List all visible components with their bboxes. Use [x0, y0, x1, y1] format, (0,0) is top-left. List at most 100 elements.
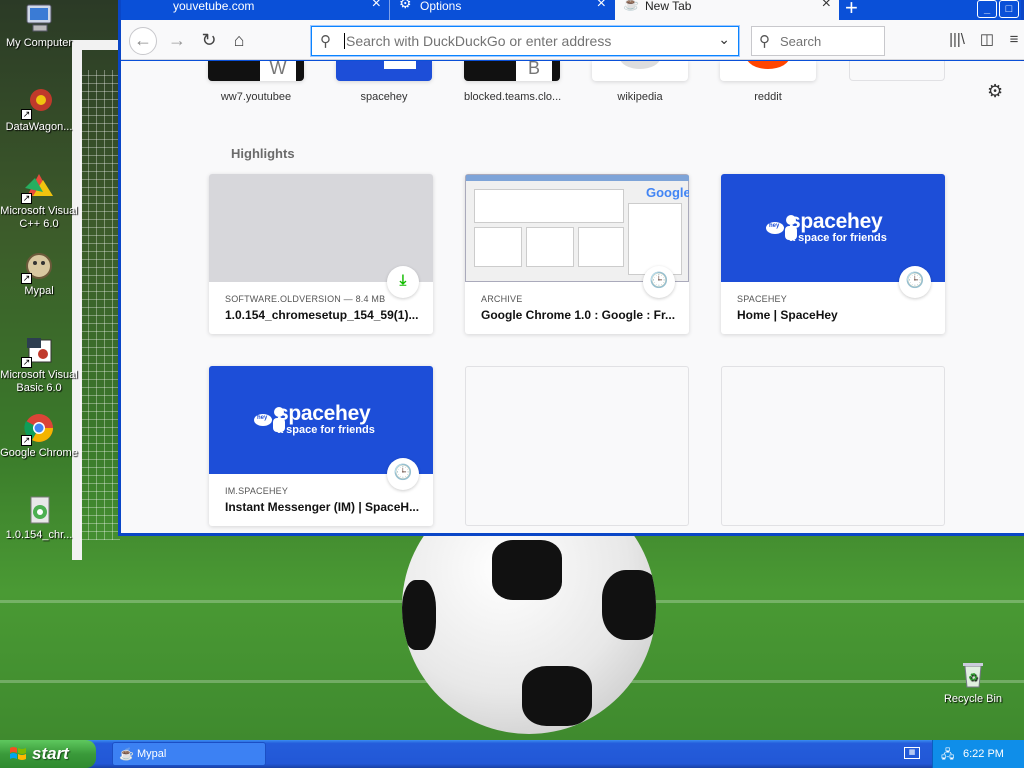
- hamburger-menu-icon[interactable]: ≡: [1007, 30, 1021, 50]
- archive-box: [628, 203, 682, 275]
- clock-icon: 🕒: [643, 266, 675, 298]
- card-title: Instant Messenger (IM) | SpaceH...: [225, 500, 420, 514]
- card-source: IM.SPACEHEY: [225, 486, 289, 496]
- shortcut-arrow-icon: ↗: [21, 109, 32, 120]
- tab-strip: youvetube.com × ⚙ Options × ☕ New Tab × …: [121, 0, 1021, 20]
- shortcut-arrow-icon: ↗: [21, 357, 32, 368]
- minimize-button[interactable]: _: [977, 0, 997, 18]
- desktop-icon-chromesetup[interactable]: 1.0.154_chr...: [0, 494, 78, 542]
- search-placeholder: Search: [780, 33, 822, 49]
- top-site-label: spacehey: [360, 91, 408, 103]
- close-icon[interactable]: ×: [822, 0, 831, 12]
- spacehey-thumb-mark: [384, 61, 416, 69]
- archive-box: [474, 227, 522, 267]
- ball-patch: [522, 666, 592, 726]
- desktop-icon-label: Recycle Bin: [943, 693, 1003, 705]
- top-site-thumbnail: W: [208, 61, 304, 81]
- desktop-icon-visual-cpp[interactable]: ↗ Microsoft Visual C++ 6.0: [0, 170, 78, 231]
- archive-box: [578, 227, 624, 267]
- desktop-icon-mypal[interactable]: ↗ Mypal: [0, 250, 78, 298]
- close-icon[interactable]: ×: [372, 0, 381, 12]
- tab-new-tab[interactable]: ☕ New Tab ×: [615, 0, 839, 20]
- clock-icon: 🕒: [899, 266, 931, 298]
- svg-text:♻: ♻: [968, 672, 978, 684]
- computer-icon: [23, 2, 55, 34]
- sidebar-icon[interactable]: ◫: [975, 30, 999, 50]
- close-icon[interactable]: ×: [597, 0, 606, 12]
- reddit-logo-icon: [746, 61, 790, 69]
- browser-window: youvetube.com × ⚙ Options × ☕ New Tab × …: [118, 0, 1024, 536]
- forward-arrow-icon[interactable]: →: [165, 30, 189, 50]
- recycle-bin-icon: ♻: [957, 658, 989, 690]
- back-arrow-icon[interactable]: ←: [129, 27, 157, 55]
- desktop-icon-label: Microsoft Visual Basic 6.0: [0, 369, 78, 394]
- card-source: SOFTWARE.OLDVERSION — 8.4 MB: [225, 294, 386, 304]
- spacehey-hey-text: hey: [257, 415, 268, 421]
- card-source: ARCHIVE: [481, 294, 523, 304]
- google-logo: Google: [646, 185, 689, 200]
- desktop-icon-recycle-bin[interactable]: ♻ Recycle Bin: [934, 658, 1012, 706]
- mypal-icon: ↗: [21, 250, 55, 284]
- keyboard-icon[interactable]: ▦: [904, 747, 920, 759]
- home-icon[interactable]: ⌂: [227, 30, 251, 50]
- highlight-card-archive[interactable]: Google 🕒 ARCHIVE Google Chrome 1.0 : Goo…: [465, 174, 689, 334]
- tab-title: New Tab: [645, 0, 692, 13]
- card-title: 1.0.154_chromesetup_154_59(1)...: [225, 308, 419, 322]
- desktop-icon-datawagon[interactable]: ↗ DataWagon...: [0, 86, 78, 134]
- gear-icon[interactable]: ⚙: [987, 81, 1003, 102]
- mypal-favicon-icon: ☕: [623, 0, 640, 11]
- desktop-icon-label: Google Chrome: [0, 447, 78, 459]
- highlights-heading: Highlights: [231, 146, 295, 161]
- card-title: Home | SpaceHey: [737, 308, 838, 322]
- shortcut-arrow-icon: ↗: [21, 193, 32, 204]
- chevron-down-icon[interactable]: ⌄: [718, 31, 730, 48]
- card-title: Google Chrome 1.0 : Google : Fr...: [481, 308, 676, 322]
- desktop-icon-visual-basic[interactable]: ↗ Microsoft Visual Basic 6.0: [0, 334, 78, 395]
- spacehey-logo: hey spacehey a space for friends: [254, 402, 375, 436]
- top-site-label: reddit: [754, 91, 782, 103]
- taskbar-item-mypal[interactable]: ☕ Mypal: [112, 742, 266, 766]
- top-site-tile[interactable]: spacehey: [336, 61, 432, 103]
- top-site-label: wikipedia: [617, 91, 663, 103]
- visual-cpp-icon: ↗: [21, 170, 55, 204]
- highlight-card-empty: [465, 366, 689, 526]
- desktop-icon-my-computer[interactable]: My Computer: [0, 2, 78, 50]
- top-site-thumbnail: [720, 61, 816, 81]
- tab-youvetube[interactable]: youvetube.com ×: [121, 0, 389, 20]
- new-tab-plus-icon[interactable]: +: [845, 0, 858, 21]
- network-icon[interactable]: 🖧: [941, 740, 954, 768]
- search-input[interactable]: ⚲ Search: [751, 26, 885, 56]
- top-site-tile[interactable]: B blocked.teams.clo...: [464, 61, 561, 103]
- card-source: SPACEHEY: [737, 294, 787, 304]
- maximize-button[interactable]: □: [999, 0, 1019, 18]
- top-site-thumbnail: B: [464, 61, 560, 81]
- top-site-tile[interactable]: wikipedia: [592, 61, 688, 103]
- highlight-card-spacehey-im[interactable]: hey spacehey a space for friends 🕒 IM.SP…: [209, 366, 433, 526]
- top-site-empty-tile[interactable]: [849, 61, 945, 81]
- reload-icon[interactable]: ↻: [197, 30, 221, 50]
- text-caret: [344, 33, 345, 49]
- desktop-icon-google-chrome[interactable]: ↗ Google Chrome: [0, 412, 78, 460]
- address-bar[interactable]: ⚲ Search with DuckDuckGo or enter addres…: [311, 26, 739, 56]
- top-site-tile[interactable]: W ww7.youtubee: [208, 61, 304, 103]
- system-tray: 🖧 6:22 PM: [932, 740, 1024, 768]
- tab-title: youvetube.com: [173, 0, 255, 13]
- wikipedia-globe-icon: [620, 61, 660, 69]
- ball-patch: [402, 580, 436, 650]
- search-icon: ⚲: [759, 33, 770, 50]
- chrome-icon: ↗: [21, 412, 55, 446]
- navigation-toolbar: ← → ↻ ⌂ ⚲ Search with DuckDuckGo or ente…: [121, 20, 1024, 60]
- tab-options[interactable]: ⚙ Options ×: [390, 0, 614, 20]
- spacehey-hey-text: hey: [769, 223, 780, 229]
- highlight-card-spacehey[interactable]: hey spacehey a space for friends 🕒 SPACE…: [721, 174, 945, 334]
- archive-titlebar: [466, 175, 689, 181]
- top-site-tile[interactable]: reddit: [720, 61, 816, 103]
- shortcut-arrow-icon: ↗: [21, 435, 32, 446]
- taskbar-item-label: Mypal: [137, 748, 167, 760]
- tab-title: Options: [420, 0, 462, 13]
- highlight-card-download[interactable]: ⤓ SOFTWARE.OLDVERSION — 8.4 MB 1.0.154_c…: [209, 174, 433, 334]
- library-icon[interactable]: |||\: [945, 30, 969, 50]
- address-placeholder: Search with DuckDuckGo or enter address: [346, 33, 612, 49]
- start-button[interactable]: start: [0, 740, 96, 768]
- mypal-icon: ☕: [119, 747, 134, 761]
